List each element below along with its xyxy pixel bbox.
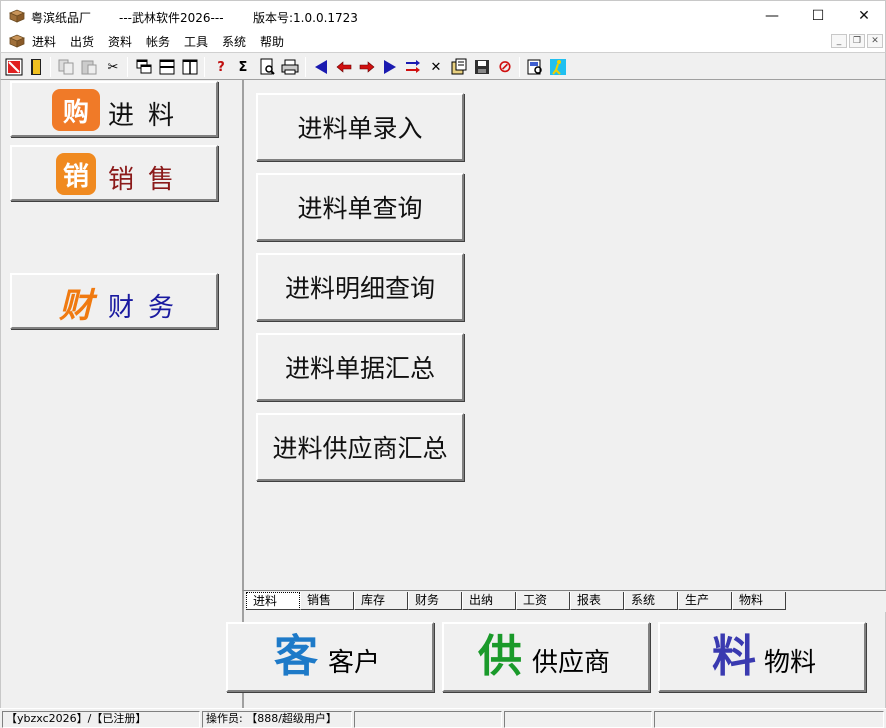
customer-icon: 客 [274, 631, 318, 682]
menu-help[interactable]: 帮助 [260, 33, 284, 50]
mdi-close-button[interactable]: ✕ [867, 34, 883, 48]
status-pane-4 [504, 711, 652, 728]
material-icon: 料 [712, 631, 756, 682]
tab-reports[interactable]: 报表 [570, 592, 624, 610]
sales-icon: 销 [56, 153, 96, 195]
menu-accounts[interactable]: 帐务 [146, 33, 170, 50]
material-label: 物料 [764, 648, 817, 678]
module-purchase-button[interactable]: 购 进料 [10, 81, 218, 137]
finance-icon: 财 [59, 285, 93, 326]
menu-purchase[interactable]: 进料 [32, 33, 56, 50]
menu-bar: 进料 出货 资料 帐务 工具 系统 帮助 _ ❐ ✕ [0, 30, 886, 52]
function-area: 进料单录入 进料单查询 进料明细查询 进料单据汇总 进料供应商汇总 [242, 80, 886, 590]
supplier-button[interactable]: 供 供应商 [442, 622, 650, 692]
module-purchase-label: 进料 [108, 101, 189, 131]
sum-icon[interactable]: Σ [233, 57, 253, 77]
purchase-icon: 购 [52, 89, 100, 131]
quick-access-area: 客 客户 供 供应商 料 物料 [226, 612, 886, 708]
purchase-detail-query-button[interactable]: 进料明细查询 [256, 253, 464, 321]
module-tabs: 进料 销售 库存 财务 出纳 工资 报表 系统 生产 物料 [242, 590, 886, 612]
window-cascade-icon[interactable] [134, 57, 154, 77]
insert-icon[interactable] [403, 57, 423, 77]
delete-icon[interactable]: ✕ [426, 57, 446, 77]
first-record-icon[interactable] [311, 57, 331, 77]
mdi-restore-button[interactable]: ❐ [849, 34, 865, 48]
status-operator: 操作员: 【888/超级用户】 [202, 711, 352, 728]
tab-inventory[interactable]: 库存 [354, 592, 408, 610]
customer-label: 客户 [328, 648, 381, 678]
module-panel: 购 进料 销 销售 财 财务 [0, 80, 242, 708]
maximize-button[interactable]: ☐ [795, 1, 841, 31]
supplier-summary-button[interactable]: 进料供应商汇总 [256, 413, 464, 481]
preview-icon[interactable] [257, 57, 277, 77]
paste-icon[interactable] [79, 57, 99, 77]
run-icon[interactable] [548, 57, 568, 77]
title-bar: 粤滨纸品厂 ---武林软件2026--- 版本号:1.0.0.1723 — ☐ … [0, 0, 886, 30]
status-pane-3 [354, 711, 502, 728]
tab-purchase[interactable]: 进料 [246, 592, 300, 610]
menu-system[interactable]: 系统 [222, 33, 246, 50]
status-pane-5 [654, 711, 884, 728]
save-icon[interactable] [472, 57, 492, 77]
box-app-icon [9, 9, 25, 23]
copy-icon[interactable] [56, 57, 76, 77]
menu-tools[interactable]: 工具 [184, 33, 208, 50]
status-bar: 【ybzxc2026】/【已注册】 操作员: 【888/超级用户】 [0, 708, 886, 728]
minimize-button[interactable]: — [749, 1, 795, 31]
tab-system[interactable]: 系统 [624, 592, 678, 610]
tab-production[interactable]: 生产 [678, 592, 732, 610]
find-icon[interactable] [525, 57, 545, 77]
tab-materials[interactable]: 物料 [732, 592, 786, 610]
cut-icon[interactable]: ✂ [103, 57, 123, 77]
module-sales-label: 销售 [108, 165, 189, 195]
module-sales-button[interactable]: 销 销售 [10, 145, 218, 201]
tab-finance[interactable]: 财务 [408, 592, 462, 610]
tab-sales[interactable]: 销售 [300, 592, 354, 610]
box-menu-icon[interactable] [9, 34, 25, 48]
mdi-minimize-button[interactable]: _ [831, 34, 847, 48]
toolbar: ✂ ? Σ ✕ ⊘ [0, 52, 886, 80]
query-icon[interactable]: ? [211, 57, 231, 77]
module-finance-button[interactable]: 财 财务 [10, 273, 218, 329]
cancel-icon[interactable]: ⊘ [495, 57, 515, 77]
close-button[interactable]: ✕ [841, 1, 886, 31]
purchase-summary-button[interactable]: 进料单据汇总 [256, 333, 464, 401]
door-icon[interactable] [26, 57, 46, 77]
material-button[interactable]: 料 物料 [658, 622, 866, 692]
status-user: 【ybzxc2026】/【已注册】 [2, 711, 200, 728]
purchase-entry-button[interactable]: 进料单录入 [256, 93, 464, 161]
exit-icon[interactable] [4, 57, 24, 77]
menu-data[interactable]: 资料 [108, 33, 132, 50]
print-icon[interactable] [280, 57, 300, 77]
tab-payroll[interactable]: 工资 [516, 592, 570, 610]
window-tile-horizontal-icon[interactable] [157, 57, 177, 77]
edit-icon[interactable] [449, 57, 469, 77]
menu-shipping[interactable]: 出货 [70, 33, 94, 50]
module-finance-label: 财务 [108, 293, 189, 323]
last-record-icon[interactable] [380, 57, 400, 77]
supplier-icon: 供 [478, 631, 522, 682]
purchase-query-button[interactable]: 进料单查询 [256, 173, 464, 241]
supplier-label: 供应商 [532, 648, 611, 678]
next-record-icon[interactable] [357, 57, 377, 77]
version-label: 版本号:1.0.0.1723 [253, 11, 358, 25]
window-tile-vertical-icon[interactable] [180, 57, 200, 77]
company-title: 粤滨纸品厂 [31, 11, 92, 25]
prev-record-icon[interactable] [334, 57, 354, 77]
tab-cashier[interactable]: 出纳 [462, 592, 516, 610]
customer-button[interactable]: 客 客户 [226, 622, 434, 692]
software-title: ---武林软件2026--- [119, 11, 224, 25]
